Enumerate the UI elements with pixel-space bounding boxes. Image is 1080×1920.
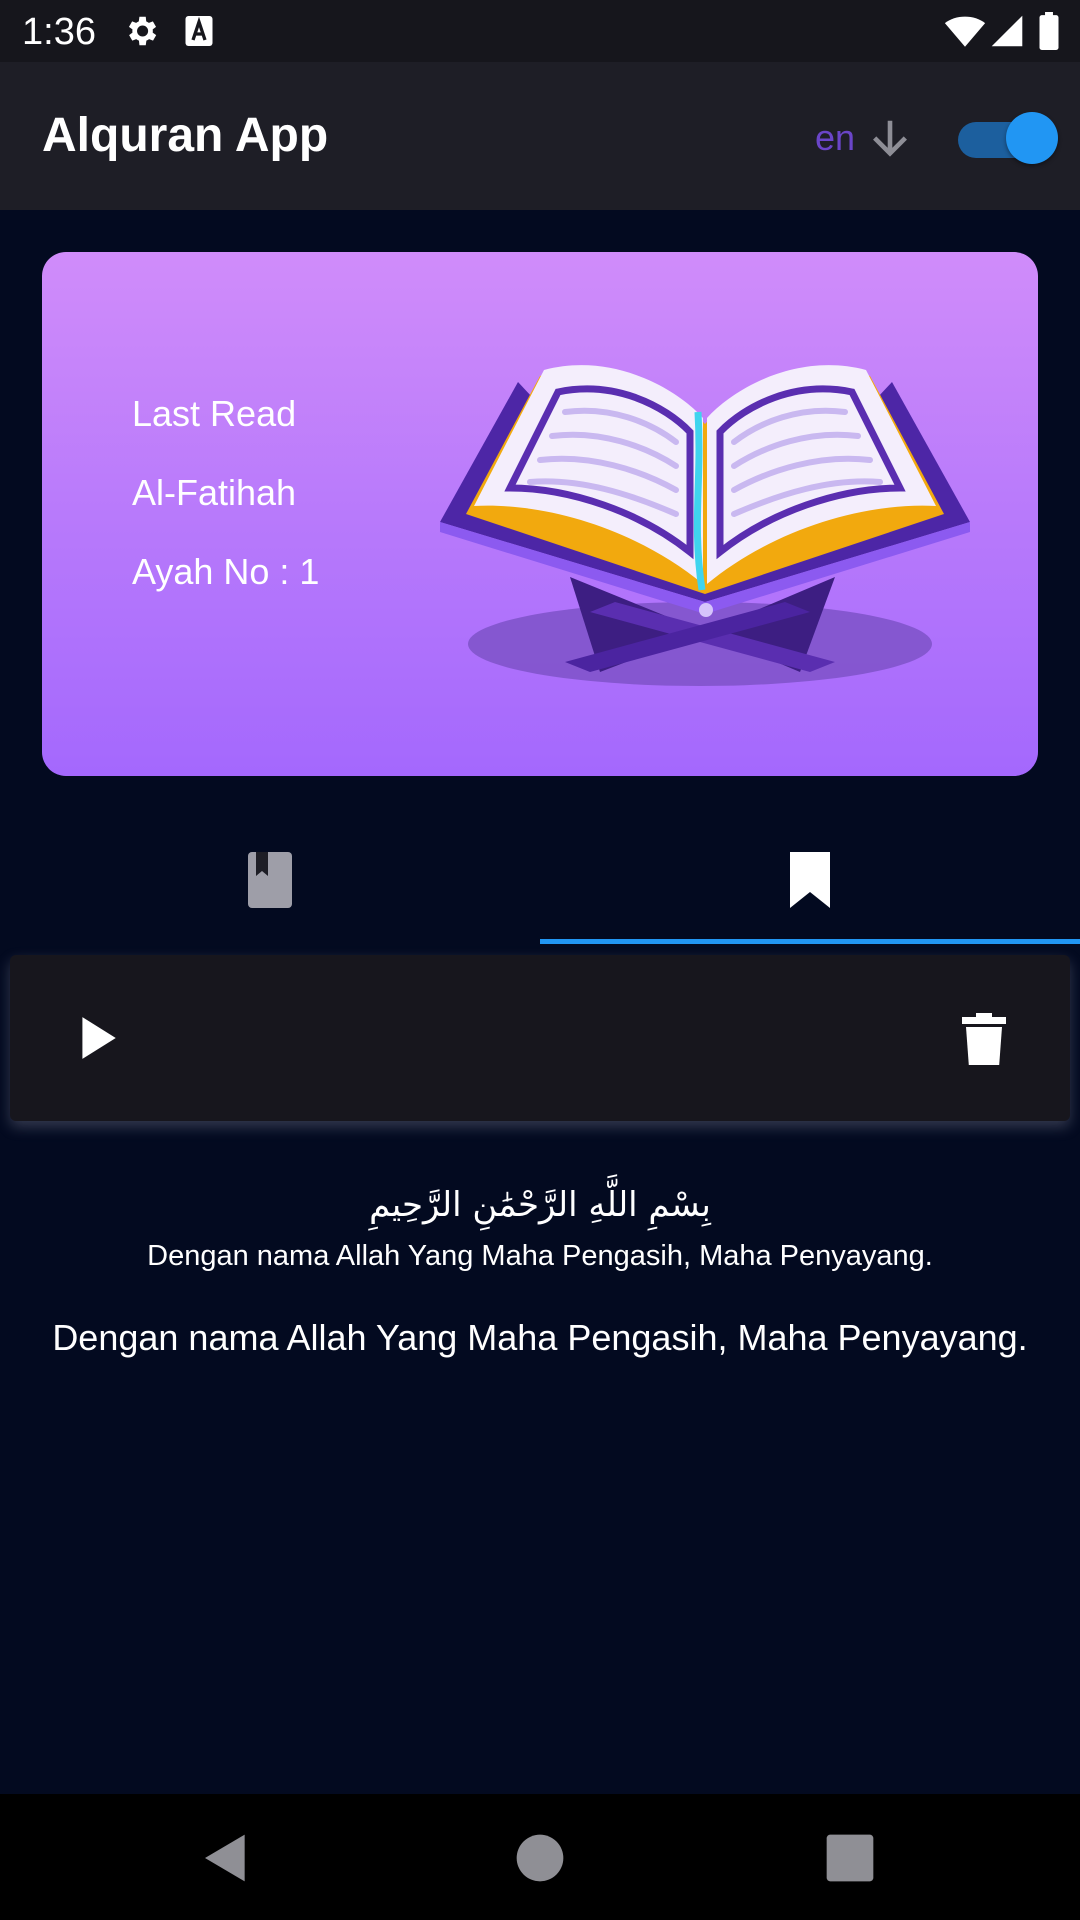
settings-icon xyxy=(128,16,157,46)
ayah-translation: Dengan nama Allah Yang Maha Pengasih, Ma… xyxy=(147,1240,933,1272)
dark-mode-toggle[interactable] xyxy=(958,112,1058,164)
play-icon[interactable] xyxy=(72,1013,122,1063)
battery-icon xyxy=(1039,12,1059,50)
bookmark-icon xyxy=(790,852,830,908)
home-icon[interactable] xyxy=(512,1830,568,1886)
back-icon[interactable] xyxy=(198,1830,254,1886)
last-read-ayah: Ayah No : 1 xyxy=(132,551,320,592)
status-bar: 1:36 xyxy=(0,0,1080,62)
tab-surah[interactable] xyxy=(0,820,540,944)
screen: 1:36 Alquran App en Last Read Al-Fatihah… xyxy=(0,0,1080,1920)
last-read-card[interactable]: Last Read Al-Fatihah Ayah No : 1 xyxy=(42,252,1038,776)
language-dropdown[interactable]: en xyxy=(815,108,913,168)
text-a-icon xyxy=(185,16,213,46)
arrow-down-icon xyxy=(873,120,908,157)
app-bar: Alquran App en xyxy=(0,62,1080,210)
last-read-label: Last Read xyxy=(132,393,297,434)
bookmark-item-actions xyxy=(10,955,1070,1121)
delete-icon[interactable] xyxy=(960,1013,1008,1065)
wifi-icon xyxy=(944,16,986,47)
language-value: en xyxy=(815,117,856,158)
signal-icon xyxy=(991,15,1023,47)
recents-icon[interactable] xyxy=(822,1830,878,1886)
ayah-translation-secondary: Dengan nama Allah Yang Maha Pengasih, Ma… xyxy=(52,1317,1028,1358)
system-nav-bar xyxy=(0,1794,1080,1920)
toggle-thumb xyxy=(1006,112,1058,164)
ayah-arabic-text: بِسْمِ اللَّهِ الرَّحْمَٰنِ الرَّحِيمِ xyxy=(369,1185,711,1225)
tab-bookmark[interactable] xyxy=(540,820,1080,944)
last-read-surah: Al-Fatihah xyxy=(132,472,297,513)
tab-bar xyxy=(0,820,1080,944)
status-time: 1:36 xyxy=(22,11,96,53)
tab-indicator xyxy=(540,939,1080,944)
quran-book-illustration xyxy=(440,365,970,686)
book-icon xyxy=(248,852,292,908)
app-title: Alquran App xyxy=(42,109,329,162)
